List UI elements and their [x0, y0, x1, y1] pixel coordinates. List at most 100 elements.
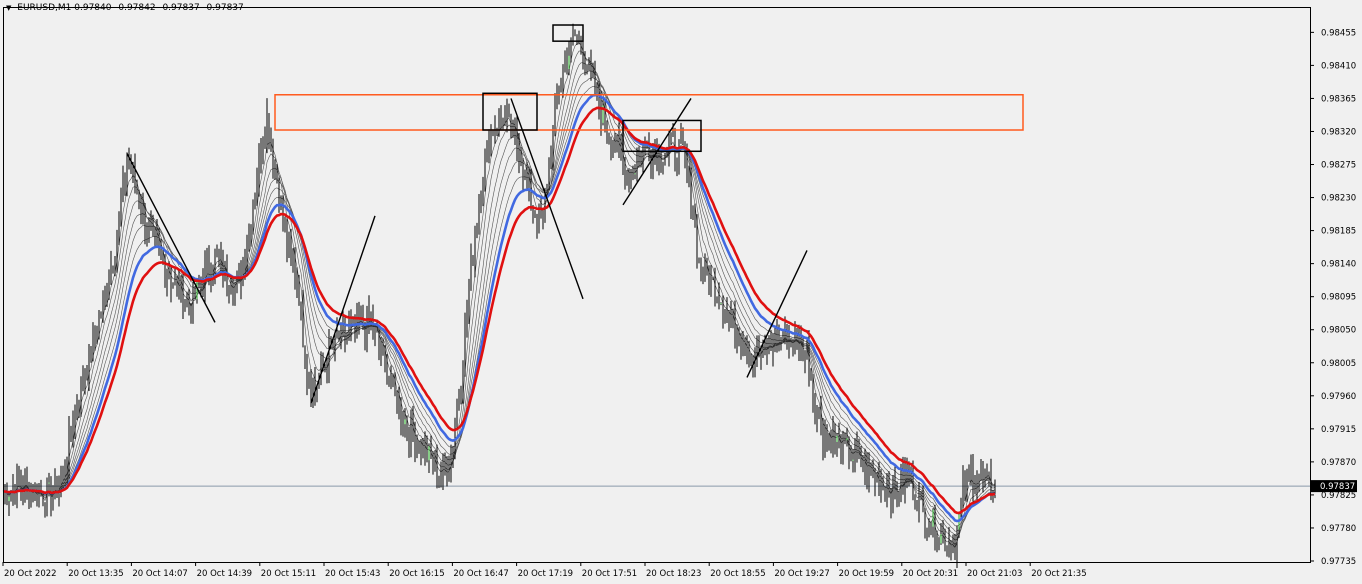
candle-body [570, 37, 572, 56]
candle-body [180, 280, 182, 299]
resistance-zone-rectangle[interactable] [274, 94, 1024, 131]
candle-body [446, 469, 448, 478]
candle-body [682, 137, 684, 144]
candle-body [522, 165, 524, 179]
candle-body [516, 129, 518, 146]
annotations-group[interactable] [126, 24, 1024, 404]
candle-body [508, 112, 510, 115]
time-axis[interactable]: 20 Oct 2022 20 Oct 13:35 20 Oct 14:07 20 Oc… [2, 562, 1087, 579]
candle-body [512, 122, 514, 135]
candle-body [260, 152, 262, 161]
candle-body [18, 474, 20, 483]
candle-body [900, 470, 902, 494]
candle-body [520, 158, 522, 166]
candle-body [642, 150, 644, 166]
ma-fan-line [2, 70, 996, 537]
candle-body [234, 282, 236, 297]
candle-body [34, 486, 36, 499]
candle-body [972, 466, 974, 489]
candle-body [852, 459, 854, 461]
candle-body [184, 303, 186, 312]
candle-body [486, 143, 488, 158]
time-tick-label: 20 Oct 14:39 [197, 569, 252, 579]
candle-body [228, 288, 230, 294]
candle-body [110, 266, 112, 284]
candle-body [798, 337, 800, 354]
candle-body [86, 376, 88, 378]
candle-body [760, 353, 762, 357]
candle-body [702, 271, 704, 277]
candle-body [548, 162, 550, 190]
candle-body [930, 526, 932, 529]
candle-body [160, 249, 162, 256]
candle-body [924, 508, 926, 530]
candle-body [686, 157, 688, 174]
candle-body [662, 163, 664, 165]
time-tick-label: 20 Oct 19:27 [774, 569, 829, 579]
candle-body [76, 404, 78, 406]
candle-body [178, 281, 180, 299]
candle-body [458, 400, 460, 411]
candle-body [962, 478, 964, 501]
trendline[interactable] [310, 215, 376, 404]
candle-body [988, 471, 990, 475]
candle-body [482, 186, 484, 204]
candle-body [574, 34, 576, 36]
symbol-header[interactable]: ▼ EURUSD,M1 0.97840 0.97842 0.97837 0.97… [6, 3, 248, 13]
candle-body [384, 347, 386, 359]
candle-body [380, 346, 382, 355]
price-tick-label: 0.98140 [1321, 260, 1356, 270]
trendline[interactable] [746, 250, 808, 378]
candle-body [880, 483, 882, 493]
candle-body [404, 419, 406, 425]
candle-body [934, 509, 936, 543]
candle-body [620, 146, 622, 158]
candle-body [42, 493, 44, 504]
candle-body [304, 345, 306, 367]
price-tick-label: 0.98005 [1321, 359, 1356, 369]
candle-body [100, 313, 102, 316]
chart-window[interactable]: 0.98455 0.98410 0.98365 0.98320 0.98275 0.982… [0, 0, 1362, 584]
candle-body [802, 339, 804, 360]
candle-body [634, 173, 636, 175]
candle-body [430, 446, 432, 459]
candle-body [44, 503, 46, 509]
candle-body [628, 176, 630, 184]
candle-body [528, 182, 530, 188]
price-axis[interactable]: 0.98455 0.98410 0.98365 0.98320 0.98275 0.982… [1310, 28, 1357, 567]
candle-body [902, 470, 904, 490]
candle-body [376, 327, 378, 333]
candle-body [248, 230, 250, 249]
candle-body [394, 375, 396, 392]
candle-body [888, 485, 890, 496]
candle-body [52, 495, 54, 509]
candle-body [286, 221, 288, 247]
candle-body [148, 223, 150, 234]
candle-body [408, 430, 410, 442]
candle-body [88, 346, 90, 378]
candle-body [400, 400, 402, 421]
candle-body [792, 341, 794, 349]
candle-body [626, 176, 628, 184]
candle-body [500, 114, 502, 120]
price-chart[interactable]: 0.98455 0.98410 0.98365 0.98320 0.98275 0.982… [0, 0, 1362, 584]
candle-body [262, 148, 264, 161]
candle-body [770, 339, 772, 346]
candle-body [266, 113, 268, 143]
candle-body [820, 411, 822, 431]
price-tick-label: 0.97735 [1321, 557, 1356, 567]
chevron-down-icon[interactable]: ▼ [6, 4, 11, 12]
candle-body [226, 264, 228, 289]
candle-body [442, 464, 444, 478]
candle-body [564, 63, 566, 72]
candle-body [354, 318, 356, 329]
price-tick-label: 0.97915 [1321, 425, 1356, 435]
candle-body [706, 261, 708, 276]
candle-body [842, 433, 844, 458]
candle-body [272, 141, 274, 164]
candle-body [806, 344, 808, 352]
candle-body [524, 172, 526, 179]
candle-body [910, 473, 912, 484]
candle-body [124, 176, 126, 181]
candle-body [496, 131, 498, 133]
